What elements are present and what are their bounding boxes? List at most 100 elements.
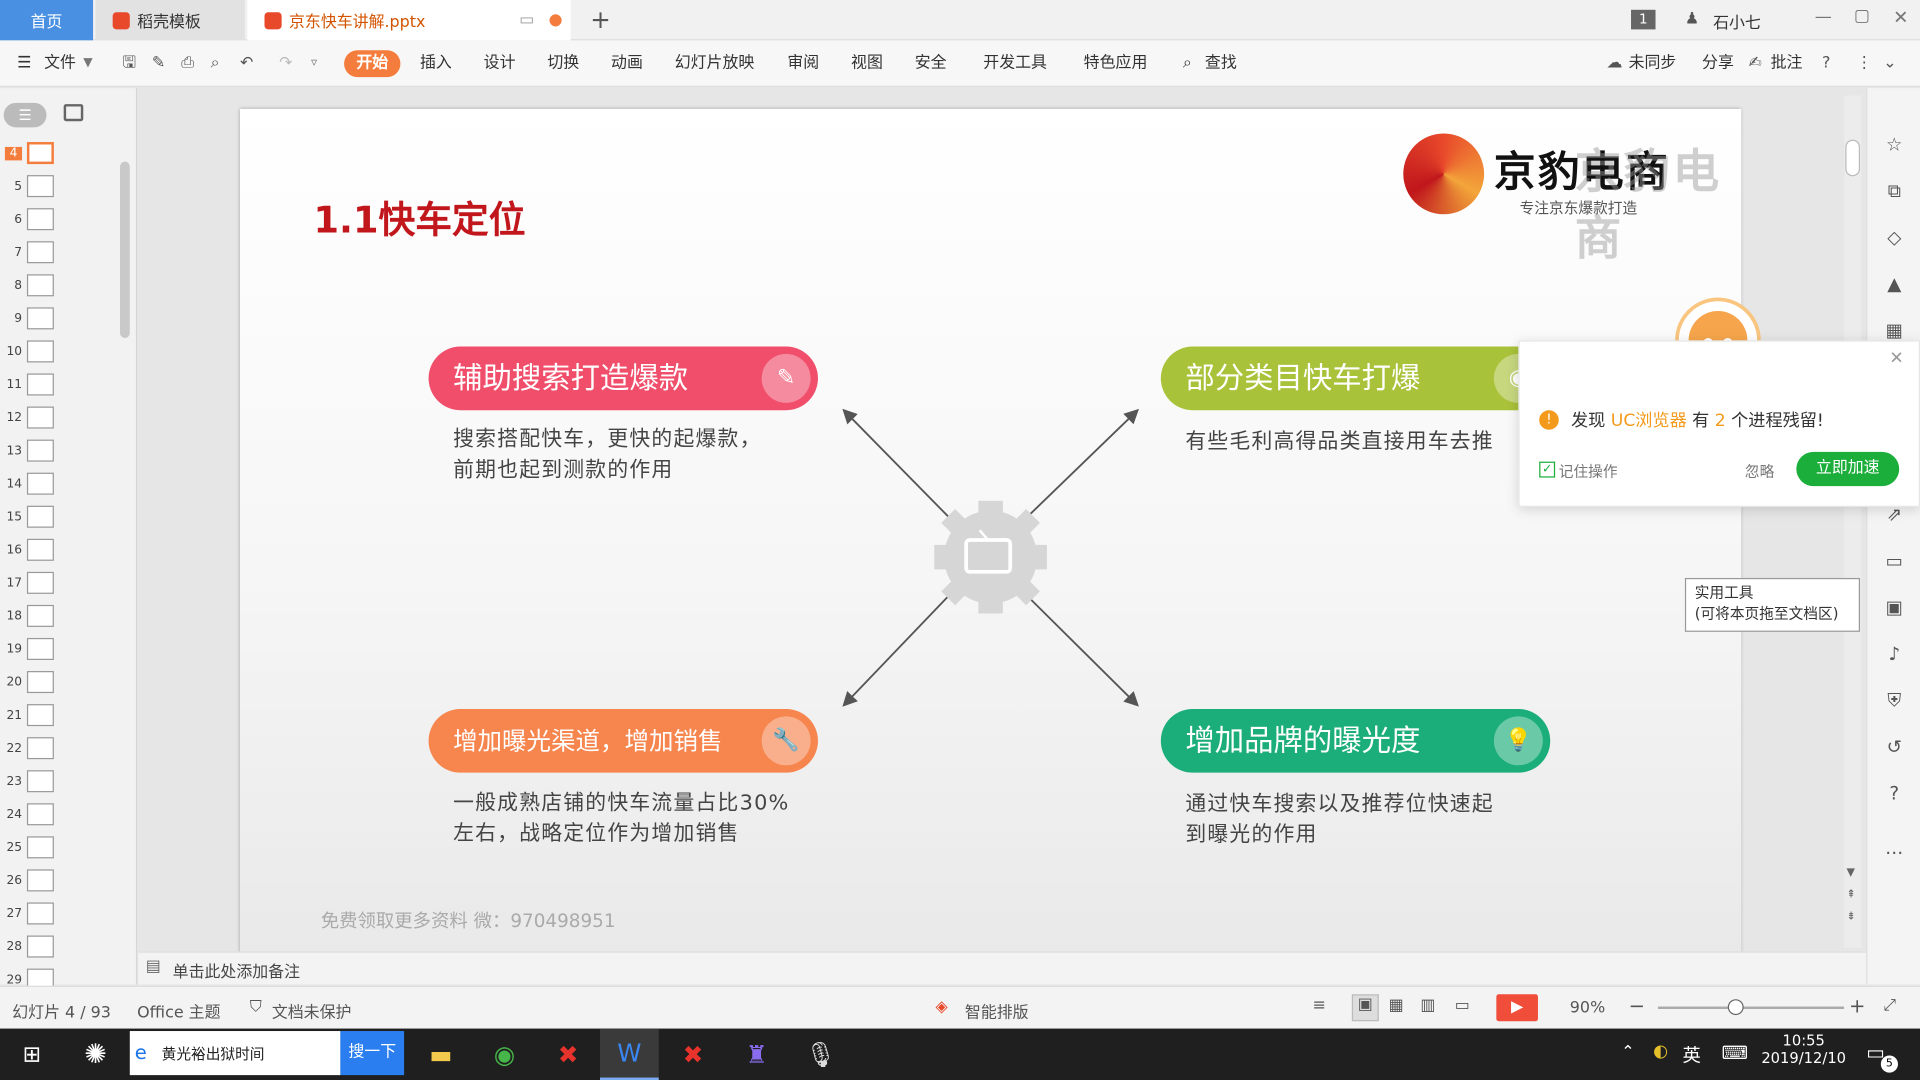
share-button[interactable]: 分享 [1702,40,1734,87]
shapes-icon[interactable]: ◇ [1882,225,1906,249]
zoom-in-icon[interactable]: + [1849,994,1865,1017]
transform-icon[interactable]: ⧉ [1882,179,1906,203]
slide-thumbnail[interactable] [26,175,54,198]
search-box[interactable]: e 黄光裕出狱时间 [129,1031,341,1076]
thumbnail-row[interactable]: 17 [0,571,61,596]
record-icon[interactable]: ▭ [1455,997,1470,1015]
slide-thumbnail[interactable] [26,935,54,958]
theme-name[interactable]: Office 主题 [137,999,220,1022]
thumbnail-row[interactable]: 5 [0,175,61,199]
hamburger-icon[interactable]: ☰ [17,40,31,87]
more-dots-icon[interactable]: ⋯ [1882,840,1906,864]
minimize-icon[interactable]: — [1815,7,1832,27]
menu-slideshow[interactable]: 幻灯片放映 [675,40,755,87]
zoom-level[interactable]: 90% [1570,999,1605,1017]
thumb-scrollbar[interactable] [120,161,130,338]
notes-pane[interactable]: ▤ 单击此处添加备注 [138,951,1867,985]
slide-view-icon[interactable] [63,104,84,122]
clock[interactable]: 10:55 2019/12/10 [1761,1032,1847,1066]
thumbnail-row[interactable]: 18 [0,604,61,629]
thumbnail-row[interactable]: 21 [0,704,61,728]
folder-icon[interactable]: ▬ [411,1029,470,1080]
user-icon[interactable]: ♟ [1685,10,1699,28]
menu-start[interactable]: 开始 [344,50,401,78]
sorter-view-icon[interactable]: ▦ [1389,997,1404,1015]
slide-thumbnail[interactable] [26,406,54,429]
scroll-thumb[interactable] [1845,139,1861,177]
zoom-slider[interactable] [1657,1006,1845,1009]
thumbnail-row[interactable]: 9 [0,307,61,331]
sync-status[interactable]: 未同步 [1629,40,1677,87]
print-preview-icon[interactable]: ⌕ [211,40,220,87]
thumbnail-row[interactable]: 22 [0,737,61,761]
window-count-badge[interactable]: 1 [1631,9,1656,30]
thumbnail-row[interactable]: 20 [0,671,61,695]
tray-app-icon[interactable]: ◐ [1653,1042,1668,1062]
archive-icon[interactable]: ▭ [1882,549,1906,573]
slide-thumbnail[interactable] [26,869,54,892]
slide-thumbnail[interactable] [26,241,54,264]
slide-thumbnail[interactable] [26,142,54,165]
smart-layout-button[interactable]: 智能排版 [965,999,1029,1022]
customize-icon[interactable]: ▿ [311,40,317,87]
xmind-2-icon[interactable]: ✖ [664,1029,723,1080]
slide-thumbnail[interactable] [26,836,54,859]
next-slide-icon[interactable]: ⇟ [1847,911,1856,923]
grid-icon[interactable]: ▦ [1882,318,1906,342]
menu-design[interactable]: 设计 [484,40,516,87]
tray-arrow-icon[interactable]: ⌃ [1621,1043,1634,1061]
reading-view-icon[interactable]: ▥ [1420,997,1435,1015]
menu-file[interactable]: 文件 [44,40,76,87]
thumbnail-row[interactable]: 8 [0,274,61,298]
slide-thumbnail[interactable] [26,472,54,495]
slide-thumbnail[interactable] [26,770,54,793]
play-slideshow-button[interactable]: ▶ [1496,994,1538,1022]
menu-search[interactable]: 查找 [1205,40,1237,87]
close-icon[interactable]: ✕ [1893,6,1908,28]
thumbnail-row[interactable]: 24 [0,803,61,827]
tab-daoke[interactable]: 稻壳模板 [95,0,245,41]
browser-icon[interactable]: ◉ [475,1029,534,1080]
scroll-down-icon[interactable]: ▼ [1847,867,1855,879]
menu-security[interactable]: 安全 [915,40,947,87]
thumbnail-row[interactable]: 10 [0,340,61,364]
microphone-icon[interactable]: 🎙 [791,1029,850,1080]
new-tab-icon[interactable]: + [590,5,611,34]
thumbnail-row[interactable]: 25 [0,836,61,860]
thumbnail-row[interactable]: 16 [0,538,61,563]
thumbnail-row[interactable]: 28 [0,935,61,960]
slide-thumbnail[interactable] [26,307,54,330]
menu-view[interactable]: 视图 [851,40,883,87]
shield-icon[interactable]: ⛨ [1882,688,1906,712]
slide-thumbnail[interactable] [26,671,54,694]
thumbnail-row[interactable]: 7 [0,241,61,265]
search-icon[interactable]: ⌕ [1183,40,1192,87]
format-painter-icon[interactable]: ✎ [152,40,165,87]
slide[interactable]: 1.1快车定位 京豹电商 京豹电商 专注京东爆款打造 辅助搜索打造爆款 ✎ 搜索… [240,108,1742,954]
normal-view-icon[interactable]: ▣ [1351,994,1379,1022]
slide-thumbnail[interactable] [26,373,54,396]
prev-slide-icon[interactable]: ⇞ [1847,889,1856,901]
thumbnail-row[interactable]: 26 [0,869,61,893]
search-go-button[interactable]: 搜一下 [340,1031,405,1076]
remember-checkbox[interactable]: ✓ [1539,461,1556,478]
monitor-icon[interactable]: ▭ [519,11,534,29]
image-icon[interactable]: ▣ [1882,595,1906,619]
slide-thumbnail[interactable] [26,340,54,363]
thumbnail-row[interactable]: 13 [0,439,61,464]
canvas-scrollbar[interactable]: ▼ ⇞ ⇟ [1844,95,1862,948]
pin-icon[interactable]: ☆ [1882,132,1906,156]
accelerate-button[interactable]: 立即加速 [1796,451,1900,487]
tab-document[interactable]: 京东快车讲解.pptx ▭ ● [247,0,571,41]
notes-toggle-icon[interactable]: ≡ [1313,997,1326,1015]
collapse-ribbon-icon[interactable]: ⌄ [1883,40,1896,87]
redo-icon[interactable]: ↷ [279,40,292,87]
pinwheel-icon[interactable]: ✺ [66,1029,125,1080]
maximize-icon[interactable]: ▢ [1854,6,1870,26]
slide-thumbnail[interactable] [26,208,54,231]
menu-review[interactable]: 审阅 [787,40,819,87]
layers-icon[interactable]: ▲ [1882,272,1906,296]
chevron-down-icon[interactable]: ▼ [83,40,92,87]
zoom-out-icon[interactable]: − [1629,994,1645,1017]
wps-writer-icon[interactable]: W [600,1028,659,1080]
